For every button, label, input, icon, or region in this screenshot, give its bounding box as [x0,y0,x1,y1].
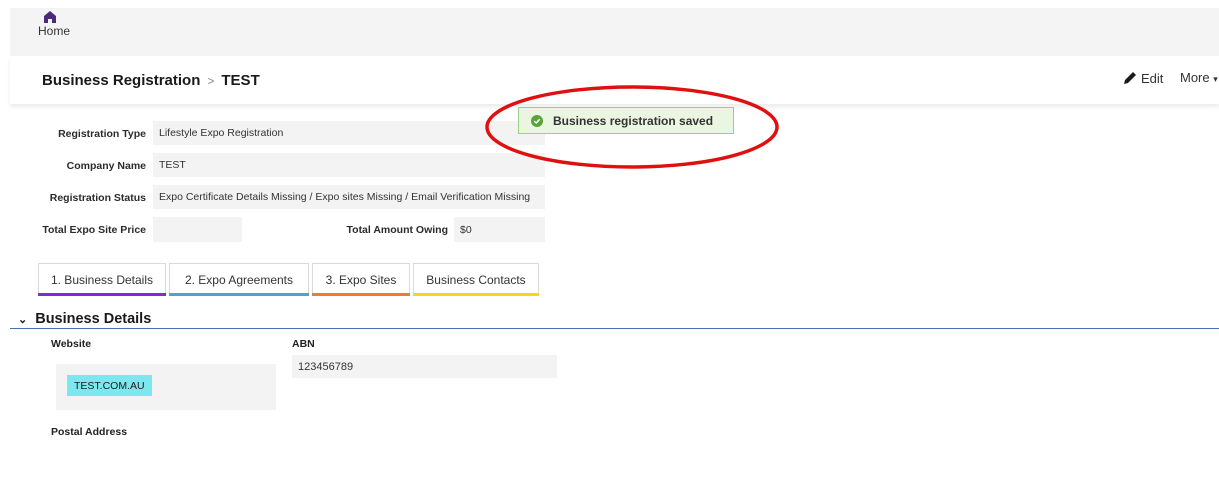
registration-status-label: Registration Status [49,192,146,204]
tab-expo-agreements[interactable]: 2. Expo Agreements [169,263,309,295]
total-amount-owing-label: Total Amount Owing [346,224,448,236]
home-icon[interactable] [43,10,57,24]
edit-button[interactable]: Edit [1122,70,1163,86]
tab-underline-business-contacts [413,293,539,296]
breadcrumb-separator: > [207,74,215,88]
pencil-icon [1124,72,1136,84]
tab-business-details[interactable]: 1. Business Details [38,263,166,295]
edit-label: Edit [1141,70,1164,86]
website-label: Website [51,338,92,350]
section-title: Business Details [35,311,152,327]
registration-type-label: Registration Type [58,128,146,140]
breadcrumb-parent[interactable]: Business Registration [42,72,200,89]
breadcrumb-current: TEST [221,72,260,89]
more-label: More [1180,70,1210,85]
company-name-label: Company Name [66,160,146,172]
chevron-down-icon: ⌄ [18,313,28,326]
registration-status-value: Expo Certificate Details Missing / Expo … [153,185,545,209]
tab-business-contacts[interactable]: Business Contacts [413,263,539,295]
total-amount-owing-value: $0 [454,217,545,242]
top-nav-bar [10,8,1219,56]
annotation-ellipse [485,85,779,169]
section-divider [10,328,1219,329]
tab-underline-expo-sites [312,293,410,296]
home-nav-label[interactable]: Home [38,24,70,38]
tab-label: 1. Business Details [50,272,154,287]
tab-label: Business Contacts [426,272,526,287]
total-expo-site-price-label: Total Expo Site Price [42,224,146,236]
abn-value: 123456789 [292,355,557,378]
website-link[interactable]: TEST.COM.AU [67,375,152,396]
postal-address-label: Postal Address [51,426,128,435]
tab-underline-expo-agreements [169,293,309,296]
tab-underline-business-details [38,293,166,296]
total-expo-site-price-value [153,217,242,242]
tab-expo-sites[interactable]: 3. Expo Sites [312,263,410,295]
tab-label: 2. Expo Agreements [184,272,294,287]
section-toggle-business-details[interactable]: ⌄ Business Details [18,311,151,327]
abn-label: ABN [292,338,315,350]
tab-label: 3. Expo Sites [325,272,397,287]
breadcrumb: Business Registration > TEST [42,72,260,89]
chevron-down-icon: ▾ [1213,74,1218,84]
more-button[interactable]: More ▾ [1180,70,1218,85]
